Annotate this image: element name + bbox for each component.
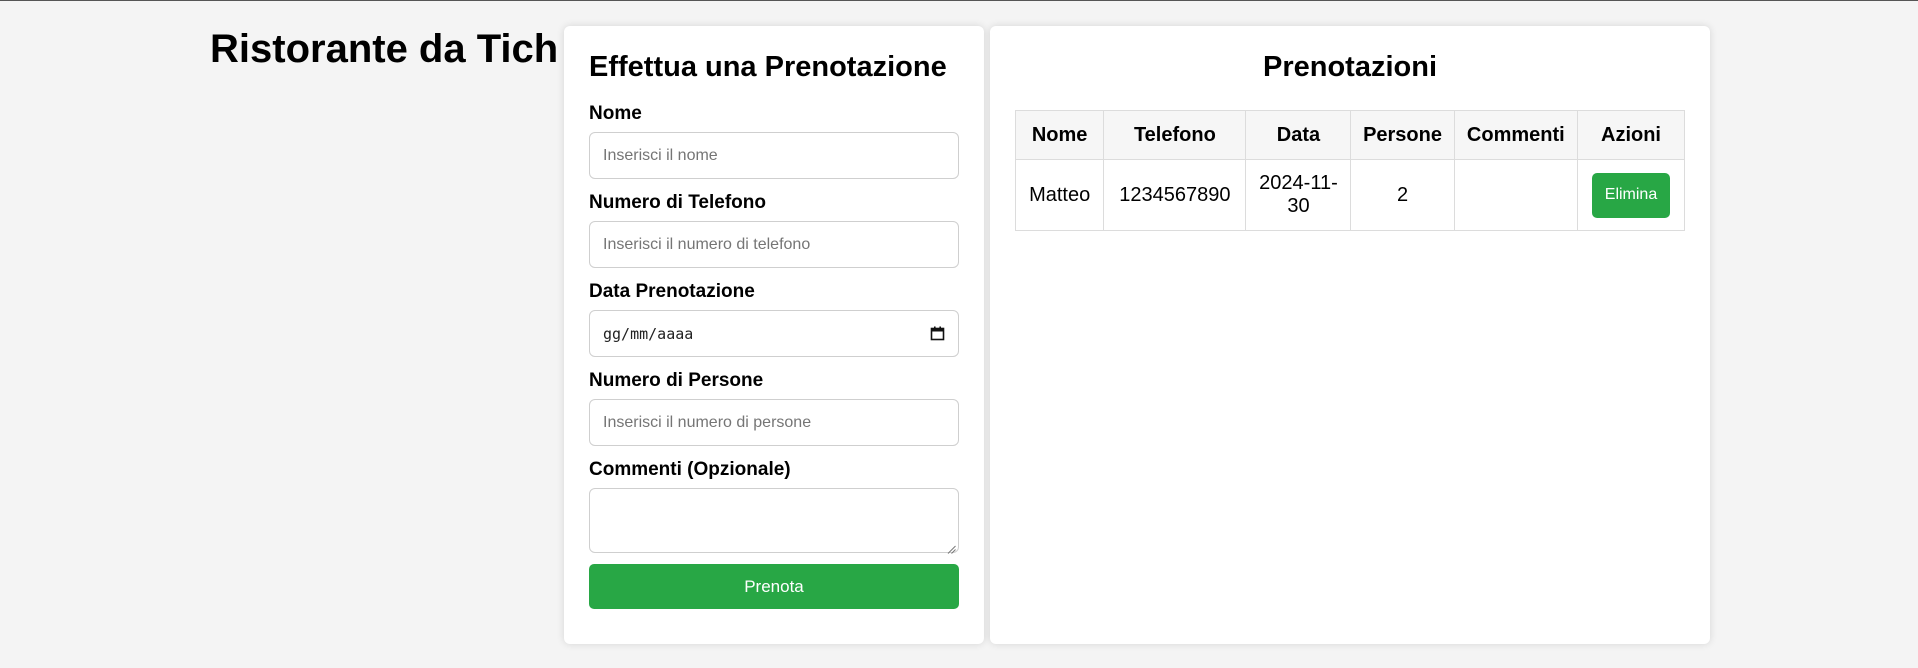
table-header-row: Nome Telefono Data Persone Commenti Azio… [1014, 110, 1685, 160]
column-header-phone: Telefono [1103, 110, 1247, 160]
column-header-actions: Azioni [1577, 110, 1685, 160]
form-title: Effettua una Prenotazione [589, 51, 947, 83]
column-header-comments: Commenti [1453, 110, 1579, 160]
table-row: Matteo 1234567890 2024-11-30 2 Elimina [1014, 159, 1685, 231]
date-placeholder: gg/mm/aaaa [603, 324, 694, 343]
comments-textarea[interactable] [589, 488, 959, 554]
column-header-people: Persone [1350, 110, 1455, 160]
resize-handle-icon[interactable] [947, 541, 956, 554]
cell-people: 2 [1350, 159, 1455, 231]
bookings-title: Prenotazioni [1262, 51, 1437, 83]
cell-date: 2024-11-30 [1245, 159, 1352, 231]
name-input[interactable] [589, 132, 959, 179]
comments-label: Commenti (Opzionale) [589, 459, 791, 480]
calendar-icon[interactable] [930, 326, 945, 341]
cell-actions: Elimina [1577, 159, 1685, 231]
name-label: Nome [589, 103, 642, 124]
submit-booking-button[interactable]: Prenota [589, 564, 959, 609]
cell-comments [1453, 159, 1579, 231]
date-input[interactable]: gg/mm/aaaa [589, 310, 959, 357]
phone-input[interactable] [589, 221, 959, 268]
date-label: Data Prenotazione [589, 281, 755, 302]
cell-phone: 1234567890 [1103, 159, 1247, 231]
delete-booking-button[interactable]: Elimina [1591, 172, 1671, 218]
column-header-date: Data [1245, 110, 1352, 160]
phone-label: Numero di Telefono [589, 192, 766, 213]
bookings-table: Nome Telefono Data Persone Commenti Azio… [1014, 110, 1685, 231]
people-input[interactable] [589, 399, 959, 446]
people-label: Numero di Persone [589, 370, 764, 391]
cell-name: Matteo [1014, 159, 1105, 231]
booking-form-card: Effettua una Prenotazione Nome Numero di… [564, 26, 984, 644]
site-title: Ristorante da Tichetti [210, 27, 558, 71]
bookings-card: Prenotazioni Nome Telefono Data Persone … [990, 26, 1710, 644]
column-header-name: Nome [1014, 110, 1105, 160]
